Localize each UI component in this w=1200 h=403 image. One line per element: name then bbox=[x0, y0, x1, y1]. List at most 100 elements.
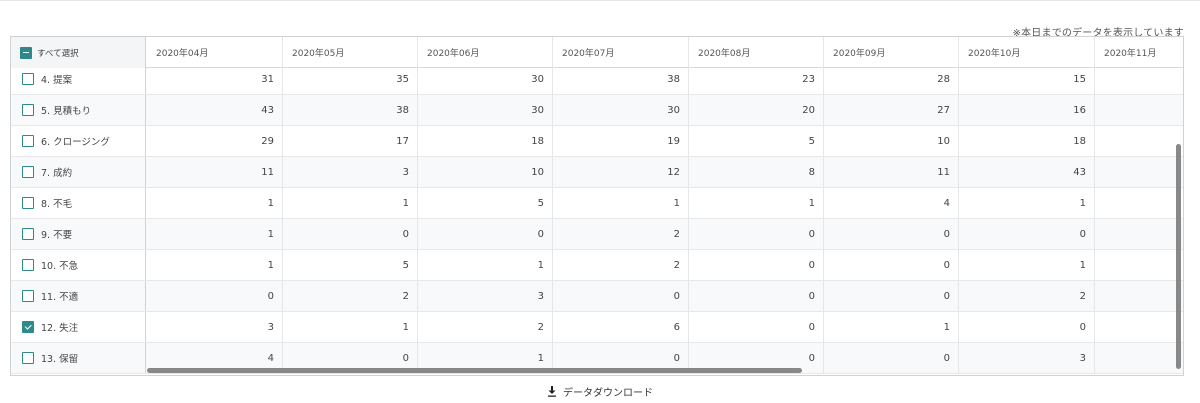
table-row: 4. 提案 31 35 30 38 23 28 15 bbox=[11, 68, 1183, 95]
table-cell: 11 bbox=[147, 157, 283, 187]
table-cell: 0 bbox=[418, 219, 553, 249]
table-cell: 1 bbox=[824, 312, 959, 342]
table-row: 9. 不要 1 0 0 2 0 0 0 bbox=[11, 219, 1183, 250]
table-cell: 10 bbox=[824, 126, 959, 156]
row-label-text: 7. 成約 bbox=[41, 168, 73, 179]
row-label[interactable]: 5. 見積もり bbox=[11, 95, 146, 125]
data-download-label: データダウンロード bbox=[563, 387, 653, 399]
table-cell: 28 bbox=[824, 68, 959, 94]
row-label[interactable]: 12. 失注 bbox=[11, 312, 146, 342]
table-cell: 17 bbox=[283, 126, 418, 156]
select-all-label: すべて選択 bbox=[37, 48, 79, 59]
table-cell: 35 bbox=[283, 68, 418, 94]
table-cell bbox=[1095, 281, 1183, 311]
table-cell: 43 bbox=[959, 157, 1095, 187]
table-cell: 0 bbox=[147, 281, 283, 311]
table-cell: 18 bbox=[418, 126, 553, 156]
row-label[interactable]: 13. 保留 bbox=[11, 343, 146, 373]
table-row: 7. 成約 11 3 10 12 8 11 43 bbox=[11, 157, 1183, 188]
table-cell: 38 bbox=[553, 68, 689, 94]
table-cell bbox=[1095, 68, 1183, 94]
table-row: 5. 見積もり 43 38 30 30 20 27 16 bbox=[11, 95, 1183, 126]
table-cell: 0 bbox=[689, 281, 824, 311]
column-header-month: 2020年07月 bbox=[553, 37, 689, 68]
table-cell: 0 bbox=[689, 219, 824, 249]
table-cell: 38 bbox=[283, 95, 418, 125]
table-cell bbox=[1095, 126, 1183, 156]
table-cell: 1 bbox=[147, 188, 283, 218]
table-cell: 0 bbox=[689, 250, 824, 280]
select-all-checkbox[interactable] bbox=[20, 46, 32, 59]
table-cell: 2 bbox=[959, 281, 1095, 311]
row-checkbox[interactable] bbox=[22, 73, 34, 85]
table-cell: 16 bbox=[959, 95, 1095, 125]
table-cell: 3 bbox=[959, 343, 1095, 373]
table-row: 11. 不適 0 2 3 0 0 0 2 bbox=[11, 281, 1183, 312]
row-label[interactable]: 6. クロージング bbox=[11, 126, 146, 156]
table-cell: 0 bbox=[553, 281, 689, 311]
table-cell: 18 bbox=[959, 126, 1095, 156]
table-cell: 1 bbox=[147, 250, 283, 280]
table-cell: 10 bbox=[418, 157, 553, 187]
table-header: すべて選択 2020年04月 2020年05月 2020年06月 2020年07月 20… bbox=[11, 37, 1183, 68]
table-cell: 27 bbox=[824, 95, 959, 125]
column-header-month: 2020年06月 bbox=[418, 37, 553, 68]
table-cell bbox=[1095, 219, 1183, 249]
row-checkbox[interactable] bbox=[22, 166, 34, 178]
table-cell: 2 bbox=[553, 250, 689, 280]
data-download-button[interactable]: データダウンロード bbox=[0, 384, 1200, 399]
horizontal-scrollbar[interactable] bbox=[147, 368, 802, 373]
row-checkbox[interactable] bbox=[22, 104, 34, 116]
column-header-month: 2020年11月 bbox=[1095, 37, 1183, 68]
column-header-month: 2020年09月 bbox=[824, 37, 959, 68]
select-all-toggle[interactable]: すべて選択 bbox=[11, 37, 146, 68]
row-label-text: 8. 不毛 bbox=[41, 199, 73, 210]
row-label[interactable]: 10. 不急 bbox=[11, 250, 146, 280]
row-checkbox[interactable] bbox=[22, 135, 34, 147]
table-cell: 2 bbox=[553, 219, 689, 249]
table-cell: 0 bbox=[824, 250, 959, 280]
row-label-text: 6. クロージング bbox=[41, 137, 110, 148]
row-label[interactable]: 9. 不要 bbox=[11, 219, 146, 249]
table-cell bbox=[1095, 188, 1183, 218]
row-label-text: 11. 不適 bbox=[41, 292, 79, 303]
row-label-text: 9. 不要 bbox=[41, 230, 73, 241]
table-row: 12. 失注 3 1 2 6 0 1 0 bbox=[11, 312, 1183, 343]
table-cell: 1 bbox=[959, 250, 1095, 280]
table-cell: 1 bbox=[283, 312, 418, 342]
table-cell: 3 bbox=[418, 281, 553, 311]
row-label[interactable]: 4. 提案 bbox=[11, 68, 146, 94]
row-label-text: 12. 失注 bbox=[41, 323, 79, 334]
table-cell: 1 bbox=[959, 188, 1095, 218]
column-header-month: 2020年10月 bbox=[959, 37, 1095, 68]
table-body: 4. 提案 31 35 30 38 23 28 15 5. 見積もり 43 38 30 30 20 27 16… bbox=[11, 68, 1183, 375]
row-checkbox[interactable] bbox=[22, 290, 34, 302]
top-divider bbox=[0, 0, 1200, 1]
row-label[interactable]: 7. 成約 bbox=[11, 157, 146, 187]
row-label[interactable]: 11. 不適 bbox=[11, 281, 146, 311]
row-checkbox[interactable] bbox=[22, 321, 34, 333]
table-cell: 3 bbox=[147, 312, 283, 342]
row-checkbox[interactable] bbox=[22, 259, 34, 271]
row-checkbox[interactable] bbox=[22, 228, 34, 240]
table-cell: 5 bbox=[418, 188, 553, 218]
table-cell bbox=[1095, 312, 1183, 342]
table-cell: 0 bbox=[283, 219, 418, 249]
table-cell: 43 bbox=[147, 95, 283, 125]
table-row: 6. クロージング 29 17 18 19 5 10 18 bbox=[11, 126, 1183, 157]
table-cell: 6 bbox=[553, 312, 689, 342]
table-cell: 1 bbox=[553, 188, 689, 218]
table-cell: 1 bbox=[283, 188, 418, 218]
row-checkbox[interactable] bbox=[22, 197, 34, 209]
table-cell bbox=[1095, 95, 1183, 125]
row-label[interactable]: 8. 不毛 bbox=[11, 188, 146, 218]
table-cell: 1 bbox=[147, 219, 283, 249]
table-cell: 2 bbox=[283, 281, 418, 311]
row-label-text: 5. 見積もり bbox=[41, 106, 92, 117]
table-row: 8. 不毛 1 1 5 1 1 4 1 bbox=[11, 188, 1183, 219]
table-cell: 0 bbox=[959, 219, 1095, 249]
vertical-scrollbar[interactable] bbox=[1176, 144, 1181, 369]
row-checkbox[interactable] bbox=[22, 352, 34, 364]
table-cell: 12 bbox=[553, 157, 689, 187]
column-header-month: 2020年08月 bbox=[689, 37, 824, 68]
